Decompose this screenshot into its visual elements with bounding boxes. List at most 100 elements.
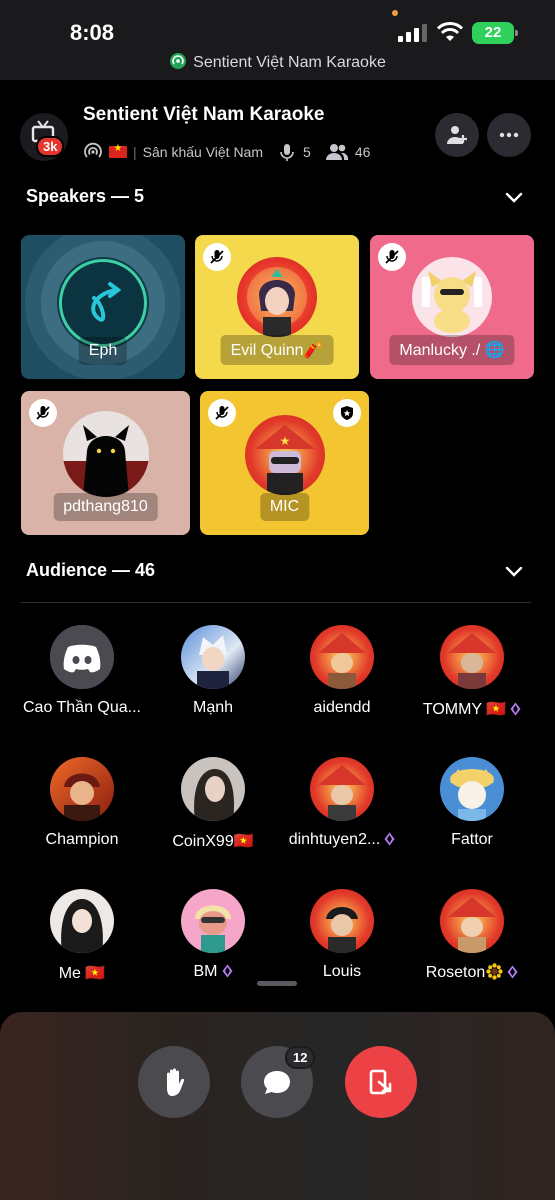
audience-member[interactable]: aidendd [277,625,407,717]
leave-stage-button[interactable] [345,1046,417,1118]
microphone-icon [280,144,294,161]
audience-member[interactable]: Mạnh [148,625,278,717]
raise-hand-button[interactable] [138,1046,210,1118]
nitro-gem-icon [507,965,518,979]
speaker-count: 5 [303,144,311,160]
stage-title: Sentient Việt Nam Karaoke [83,104,325,125]
moderator-shield-icon [341,406,353,420]
audience-name: Roseton [407,963,537,982]
cartoon-avatar-icon [195,905,231,953]
anime-avatar-icon [197,635,229,689]
listeners-icon [325,144,348,160]
add-friend-icon [447,126,467,144]
audience-avatar [440,625,504,689]
audience-member[interactable]: Cao Thần Qua... [17,625,147,717]
conical-hat-avatar-icon [448,633,496,689]
speaker-tile-mic[interactable]: ★ MIC [200,391,369,535]
audience-member[interactable]: Louis [277,889,407,981]
leave-icon [369,1069,392,1095]
audience-member[interactable]: Me 🇻🇳 [17,889,147,983]
discord-default-avatar-icon [50,625,114,689]
audience-member[interactable]: Roseton [407,889,537,982]
more-options-button[interactable] [487,113,531,157]
audience-avatar [50,757,114,821]
audience-avatar [50,625,114,689]
audience-name: Me 🇻🇳 [58,965,106,982]
subtitle-divider: | [133,144,137,160]
speaker-avatar [237,257,317,337]
speaker-name: Evil Quinn🧨 [220,335,334,365]
muted-indicator [378,243,406,271]
photo-avatar-icon [194,769,235,821]
stage-category: Sân khấu Việt Nam [142,144,264,160]
conical-hat-avatar-icon: ★ [254,425,315,495]
muted-indicator [203,243,231,271]
audience-name: Champion [45,831,119,848]
listener-count: 46 [354,144,371,160]
audience-avatar [310,889,374,953]
speaker-name: Eph [78,337,128,365]
moderator-indicator [333,399,361,427]
anime-avatar-icon [64,773,100,821]
silhouette-avatar-icon [62,425,149,497]
muted-indicator [208,399,236,427]
audience-name: aidendd [313,699,371,716]
speaker-tile-eph[interactable]: Eph [21,235,185,379]
audience-section-title: Audience — 46 [26,560,156,580]
audience-member[interactable]: TOMMY 🇻🇳 [407,625,537,719]
dog-avatar-icon [422,271,482,333]
sunflower-icon [486,963,503,980]
speaker-tile-pdthang810[interactable]: pdthang810 [21,391,190,535]
speaker-tile-evil-quinn[interactable]: Evil Quinn🧨 [195,235,359,379]
speaker-avatar [62,411,149,497]
speaker-tile-manlucky[interactable]: Manlucky ./ 🌐 [370,235,534,379]
section-divider [20,602,531,603]
more-icon [499,132,519,138]
privacy-indicator-dot [392,10,398,16]
cartoon-dog-avatar-icon [450,769,494,821]
server-badge: 3k [36,136,65,157]
sheet-grab-handle[interactable] [257,981,297,986]
muted-indicator [29,399,57,427]
active-stage-banner[interactable]: Sentient Việt Nam Karaoke [0,52,555,72]
conical-hat-avatar-icon [318,633,366,689]
stage-banner-label: Sentient Việt Nam Karaoke [193,54,386,71]
audience-avatar [50,889,114,953]
svg-text:★: ★ [279,434,290,448]
audience-name: dinhtuyen2... [277,831,407,849]
nitro-gem-icon [384,832,395,846]
chat-bubble-icon [264,1071,290,1094]
anime-avatar-icon [61,899,103,953]
chevron-down-icon[interactable] [505,566,523,578]
conical-hat-avatar-icon [448,897,496,953]
eph-logo-icon [91,282,122,322]
conical-hat-avatar-icon [326,907,358,953]
audience-avatar [310,757,374,821]
audience-member[interactable]: BM [148,889,278,981]
audience-member[interactable]: Fattor [407,757,537,849]
audience-name: TOMMY 🇻🇳 [407,699,537,719]
audience-avatar [440,757,504,821]
stage-icon [170,53,187,69]
chevron-down-icon[interactable] [505,192,523,204]
audience-avatar [181,757,245,821]
audience-member[interactable]: dinhtuyen2... [277,757,407,849]
audience-name: Fattor [451,831,493,848]
stage-subtitle: | Sân khấu Việt Nam 5 46 [83,142,370,162]
audience-name: Cao Thần Qua... [23,699,141,716]
invite-button[interactable] [435,113,479,157]
audience-name: Mạnh [192,699,234,716]
status-bar: 8:08 22 Sentient Việt Nam Karaoke [0,0,555,80]
audience-avatar [181,625,245,689]
mic-muted-icon [215,406,229,420]
stage-channel-icon [84,142,102,158]
raise-hand-icon [167,1068,185,1096]
mic-muted-icon [385,250,399,264]
audience-avatar [181,889,245,953]
audience-member[interactable]: Champion [17,757,147,849]
audience-avatar [310,625,374,689]
mic-muted-icon [36,406,50,420]
audience-member[interactable]: CoinX99🇻🇳 [148,757,278,851]
unread-messages-badge: 12 [285,1046,316,1069]
battery-indicator: 22 [472,22,518,44]
